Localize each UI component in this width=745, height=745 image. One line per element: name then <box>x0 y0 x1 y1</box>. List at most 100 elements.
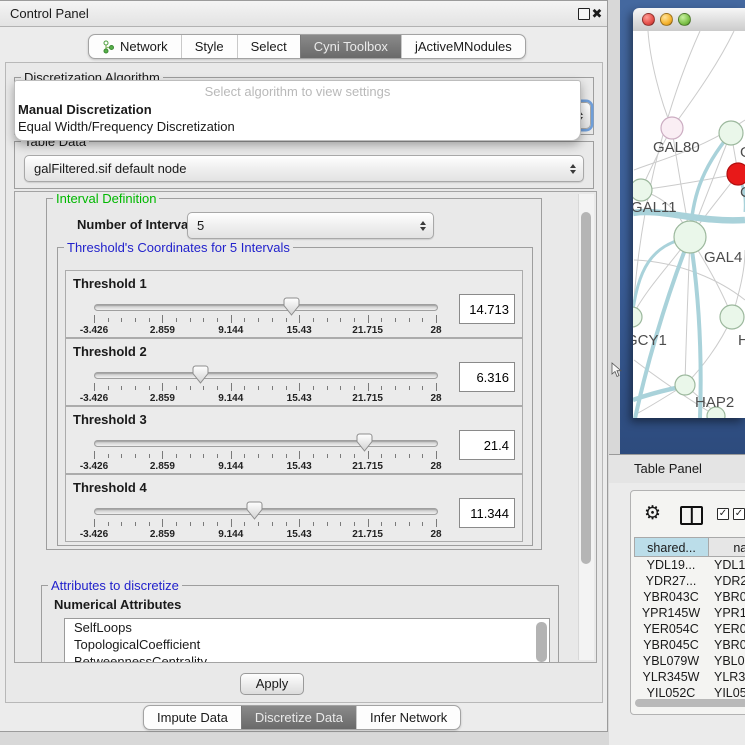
slider-handle[interactable] <box>356 433 373 452</box>
node-gal80[interactable] <box>661 117 683 139</box>
node-label: GAL4 <box>704 249 742 266</box>
tab-cyni-toolbox[interactable]: Cyni Toolbox <box>300 35 401 58</box>
horizontal-scrollbar[interactable] <box>633 699 745 708</box>
algorithm-option-manual[interactable]: Manual Discretization <box>18 102 152 117</box>
algorithm-option-equal-width[interactable]: Equal Width/Frequency Discretization <box>18 119 235 134</box>
table-row[interactable]: YDL19...YDL19 <box>634 557 745 573</box>
node-table-rows[interactable]: YDL19...YDL19 YDR27...YDR27 YBR043CYBR04… <box>634 557 745 697</box>
table-panel-area: ⚙ ✓ ✓ shared... name YDL19...YDL19 YDR27… <box>609 483 745 745</box>
slider-scale-labels: -3.4262.8599.14415.4321.71528 <box>94 393 436 404</box>
network-view-window[interactable]: GAL80 G C GAL11 GAL4 GCY1 H HAP2 <box>633 8 745 418</box>
slider-handle[interactable] <box>283 297 300 316</box>
algorithm-hint-item[interactable]: Select algorithm to view settings <box>15 84 580 99</box>
thresholds-group: Threshold's Coordinates for 5 Intervals … <box>57 247 533 546</box>
list-item[interactable]: BetweennessCentrality <box>65 653 549 663</box>
table-row[interactable]: YBR045CYBR04 <box>634 637 745 653</box>
column-header-shared-name[interactable]: shared... <box>634 537 709 557</box>
node-hap2[interactable] <box>675 375 695 395</box>
threshold-3-value-field[interactable] <box>459 430 515 460</box>
node-label: GCY1 <box>633 332 667 349</box>
number-of-intervals-combobox[interactable]: 5 <box>187 212 434 239</box>
node-label: GAL80 <box>653 139 700 156</box>
network-window-titlebar[interactable] <box>633 8 745 32</box>
tab-impute-data[interactable]: Impute Data <box>144 706 241 729</box>
settings-scrollpane: Interval Definition Number of Intervals … <box>14 191 597 663</box>
table-data-combobox[interactable]: galFiltered.sif default node <box>24 155 584 182</box>
node-gal11[interactable] <box>633 179 652 201</box>
table-row[interactable]: YBR043CYBR04 <box>634 589 745 605</box>
threshold-3-label: Threshold 3 <box>73 412 147 427</box>
checkbox-icon[interactable]: ✓ <box>717 508 729 520</box>
slider-handle[interactable] <box>192 365 209 384</box>
attributes-group: Attributes to discretize Numerical Attri… <box>41 585 559 663</box>
slider-scale-labels: -3.4262.8599.14415.4321.71528 <box>94 325 436 336</box>
minimize-traffic-light-icon[interactable] <box>660 13 673 26</box>
network-graph[interactable]: GAL80 G C GAL11 GAL4 GCY1 H HAP2 <box>633 31 745 418</box>
zoom-traffic-light-icon[interactable] <box>678 13 691 26</box>
close-traffic-light-icon[interactable] <box>642 13 655 26</box>
tab-style[interactable]: Style <box>181 35 237 58</box>
threshold-3-panel: Threshold 3 -3.4262.8599.14415.4321.7152… <box>65 406 523 474</box>
numerical-attributes-label: Numerical Attributes <box>54 597 181 612</box>
gear-icon[interactable]: ⚙ <box>644 502 661 524</box>
horizontal-scrollbar-thumb[interactable] <box>635 699 745 707</box>
table-row[interactable]: YIL052CYIL05 <box>634 685 745 697</box>
threshold-3-slider[interactable]: -3.4262.8599.14415.4321.71528 <box>94 433 436 471</box>
node-label: G <box>740 144 745 161</box>
apply-button[interactable]: Apply <box>240 673 304 695</box>
list-item[interactable]: SelfLoops <box>65 619 549 636</box>
tab-infer-network[interactable]: Infer Network <box>356 706 460 729</box>
numerical-attributes-list[interactable]: SelfLoops TopologicalCoefficient Between… <box>64 618 550 663</box>
threshold-2-slider[interactable]: -3.4262.8599.14415.4321.71528 <box>94 365 436 403</box>
node-label: HAP2 <box>695 394 734 411</box>
table-row[interactable]: YLR345WYLR34 <box>634 669 745 685</box>
window-title: Control Panel <box>10 1 89 26</box>
control-panel-tabs: Network Style Select Cyni Toolbox jActiv… <box>88 34 526 59</box>
vertical-scrollbar-thumb[interactable] <box>581 212 591 564</box>
column-header-name[interactable]: name <box>708 537 745 557</box>
tab-discretize-data[interactable]: Discretize Data <box>241 706 356 729</box>
interval-definition-group-title: Interval Definition <box>53 191 159 206</box>
slider-track[interactable] <box>94 440 438 447</box>
threshold-4-slider[interactable]: -3.4262.8599.14415.4321.71528 <box>94 501 436 539</box>
threshold-1-slider[interactable]: -3.4262.8599.14415.4321.71528 <box>94 297 436 335</box>
slider-handle[interactable] <box>246 501 263 520</box>
tab-jactivemnodules[interactable]: jActiveMNodules <box>401 35 525 58</box>
tab-select[interactable]: Select <box>237 35 300 58</box>
node-label: H <box>738 332 745 349</box>
thresholds-group-title: Threshold's Coordinates for 5 Intervals <box>64 240 293 255</box>
list-scrollbar-thumb[interactable] <box>536 622 547 662</box>
node-red-selected[interactable] <box>727 163 745 185</box>
threshold-4-value-field[interactable] <box>459 498 515 528</box>
network-canvas[interactable]: GAL80 G C GAL11 GAL4 GCY1 H HAP2 <box>633 31 745 418</box>
threshold-2-value-field[interactable] <box>459 362 515 392</box>
table-row[interactable]: YER054CYER05 <box>634 621 745 637</box>
table-data-combobox-value: galFiltered.sif default node <box>34 161 186 176</box>
slider-scale-labels: -3.4262.8599.14415.4321.71528 <box>94 461 436 472</box>
slider-track[interactable] <box>94 372 438 379</box>
table-row[interactable]: YPR145WYPR14 <box>634 605 745 621</box>
close-icon[interactable]: ✖ <box>589 5 605 22</box>
slider-scale-labels: -3.4262.8599.14415.4321.71528 <box>94 529 436 540</box>
control-panel-titlebar[interactable]: Control Panel ✖ <box>0 1 607 27</box>
attributes-group-title: Attributes to discretize <box>48 578 182 593</box>
node-gcy1[interactable] <box>633 307 642 327</box>
node-top-right[interactable] <box>719 121 743 145</box>
list-item[interactable]: TopologicalCoefficient <box>65 636 549 653</box>
tab-network[interactable]: Network <box>89 35 181 58</box>
vertical-scrollbar[interactable] <box>578 194 594 660</box>
threshold-2-panel: Threshold 2 -3.4262.8599.14415.4321.7152… <box>65 338 523 406</box>
slider-track[interactable] <box>94 304 438 311</box>
node-right-mid[interactable] <box>720 305 744 329</box>
slider-track[interactable] <box>94 508 438 515</box>
column-layout-icon[interactable] <box>680 506 703 525</box>
table-row[interactable]: YBL079WYBL07 <box>634 653 745 669</box>
threshold-2-label: Threshold 2 <box>73 344 147 359</box>
threshold-1-value-field[interactable] <box>459 294 515 324</box>
threshold-1-label: Threshold 1 <box>73 276 147 291</box>
table-row[interactable]: YDR27...YDR27 <box>634 573 745 589</box>
table-panel-titlebar[interactable]: Table Panel <box>609 454 745 484</box>
checkbox-icon[interactable]: ✓ <box>733 508 745 520</box>
mouse-cursor-icon <box>611 362 623 379</box>
node-gal4[interactable] <box>674 221 706 253</box>
